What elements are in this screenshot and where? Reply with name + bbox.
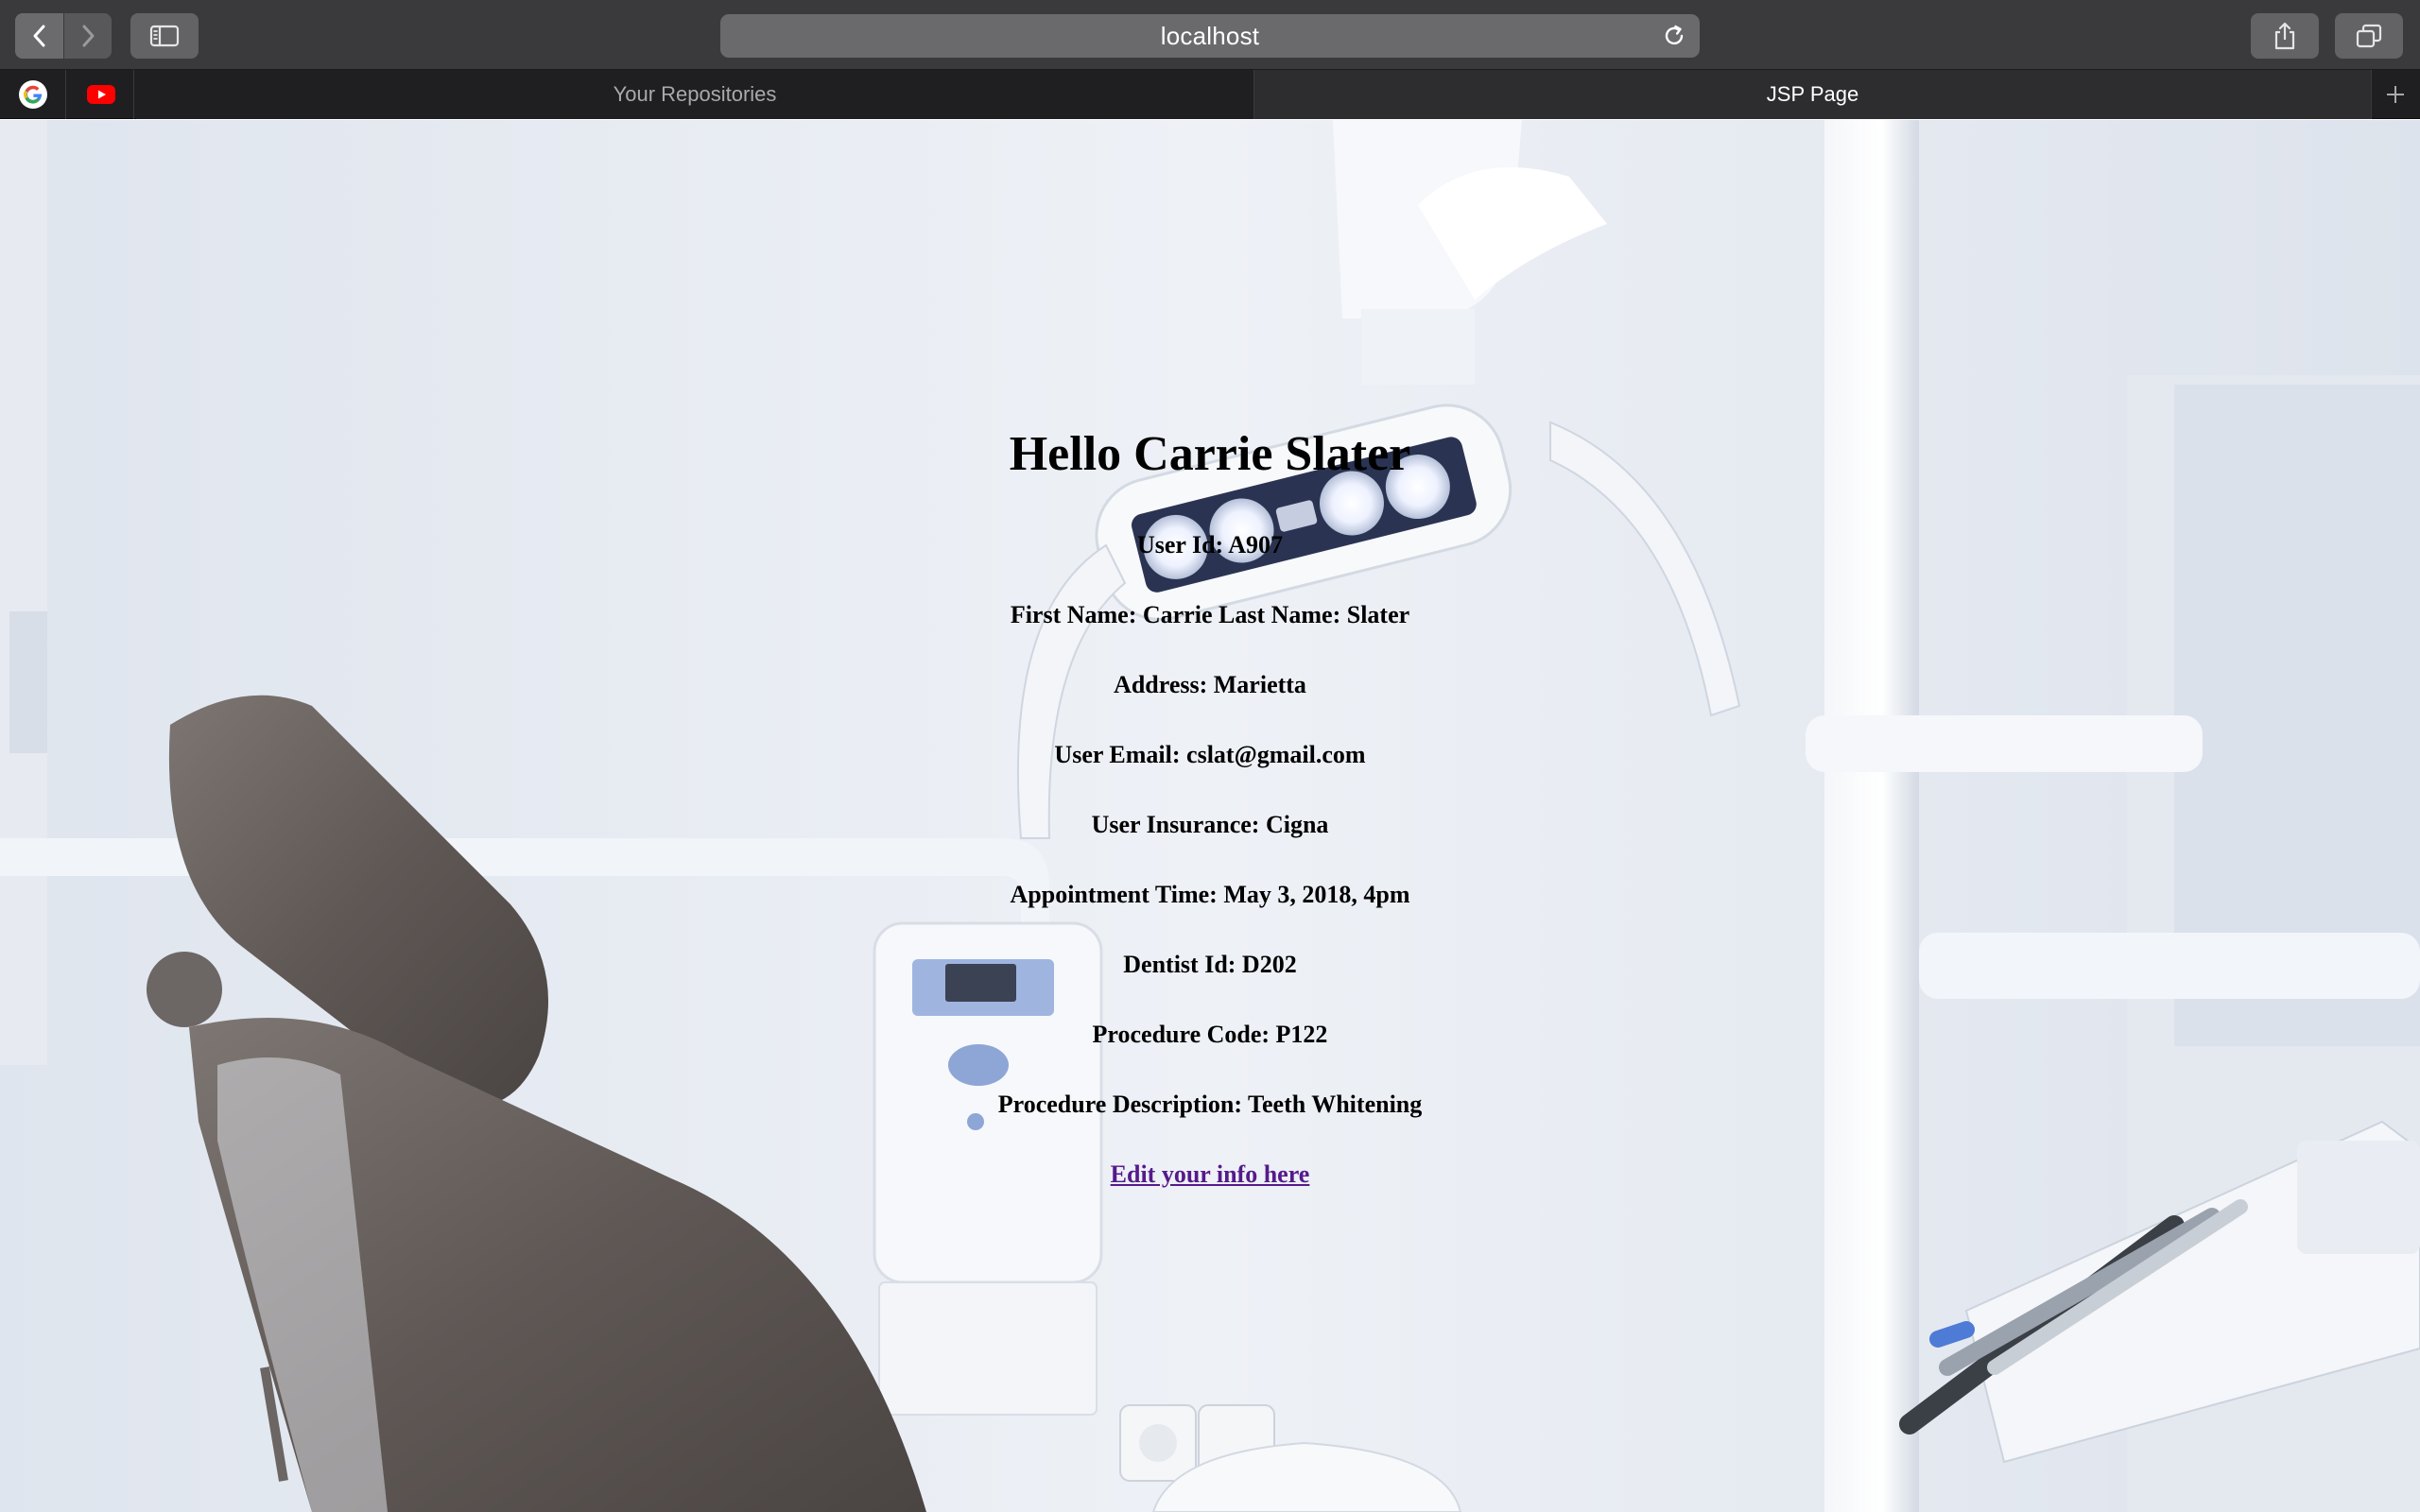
tab-your-repositories[interactable]: Your Repositories [136, 70, 1254, 119]
share-icon [2274, 22, 2295, 50]
forward-button[interactable] [63, 13, 112, 59]
chevron-left-icon [33, 25, 44, 47]
reload-button[interactable] [1660, 22, 1688, 50]
insurance-text: User Insurance: Cigna [1091, 811, 1329, 838]
page-viewport: Hello Carrie Slater User Id: A907 First … [0, 120, 2420, 1512]
chevron-right-icon [82, 25, 95, 47]
sidebar-toggle-button[interactable] [130, 13, 199, 59]
tabs-overview-icon [2356, 24, 2382, 48]
appointment-time-text: Appointment Time: May 3, 2018, 4pm [1010, 881, 1410, 908]
back-button[interactable] [15, 13, 63, 59]
user-id-text: User Id: A907 [1136, 531, 1284, 558]
sidebar-icon [149, 25, 180, 47]
favorite-google[interactable] [0, 70, 66, 119]
tab-bar: Your Repositories JSP Page [0, 70, 2420, 119]
address-bar[interactable]: localhost [720, 14, 1700, 58]
edit-info-link[interactable]: Edit your info here [1111, 1160, 1310, 1188]
dentist-id-text: Dentist Id: D202 [1123, 951, 1297, 978]
share-button[interactable] [2251, 13, 2319, 59]
plus-icon [2387, 86, 2404, 103]
tab-label: JSP Page [1766, 82, 1859, 106]
navigation-buttons [15, 13, 112, 59]
user-name-text: First Name: Carrie Last Name: Slater [1010, 601, 1410, 628]
page-title: Hello Carrie Slater [1009, 427, 1411, 481]
url-text: localhost [1160, 21, 1260, 50]
new-tab-button[interactable] [2371, 70, 2420, 119]
google-icon [18, 80, 47, 109]
tab-jsp-page[interactable]: JSP Page [1254, 70, 2372, 119]
tab-label: Your Repositories [613, 82, 777, 106]
email-text: User Email: cslat@gmail.com [1054, 741, 1366, 768]
youtube-icon [86, 85, 115, 104]
favorite-youtube[interactable] [68, 70, 134, 119]
procedure-code-text: Procedure Code: P122 [1092, 1021, 1328, 1048]
browser-toolbar: localhost [0, 0, 2420, 70]
show-tabs-button[interactable] [2335, 13, 2403, 59]
procedure-description-text: Procedure Description: Teeth Whitening [997, 1091, 1423, 1118]
reload-icon [1665, 25, 1684, 45]
address-text: Address: Marietta [1114, 671, 1306, 698]
edit-link-row: Edit your info here [0, 1162, 2420, 1187]
